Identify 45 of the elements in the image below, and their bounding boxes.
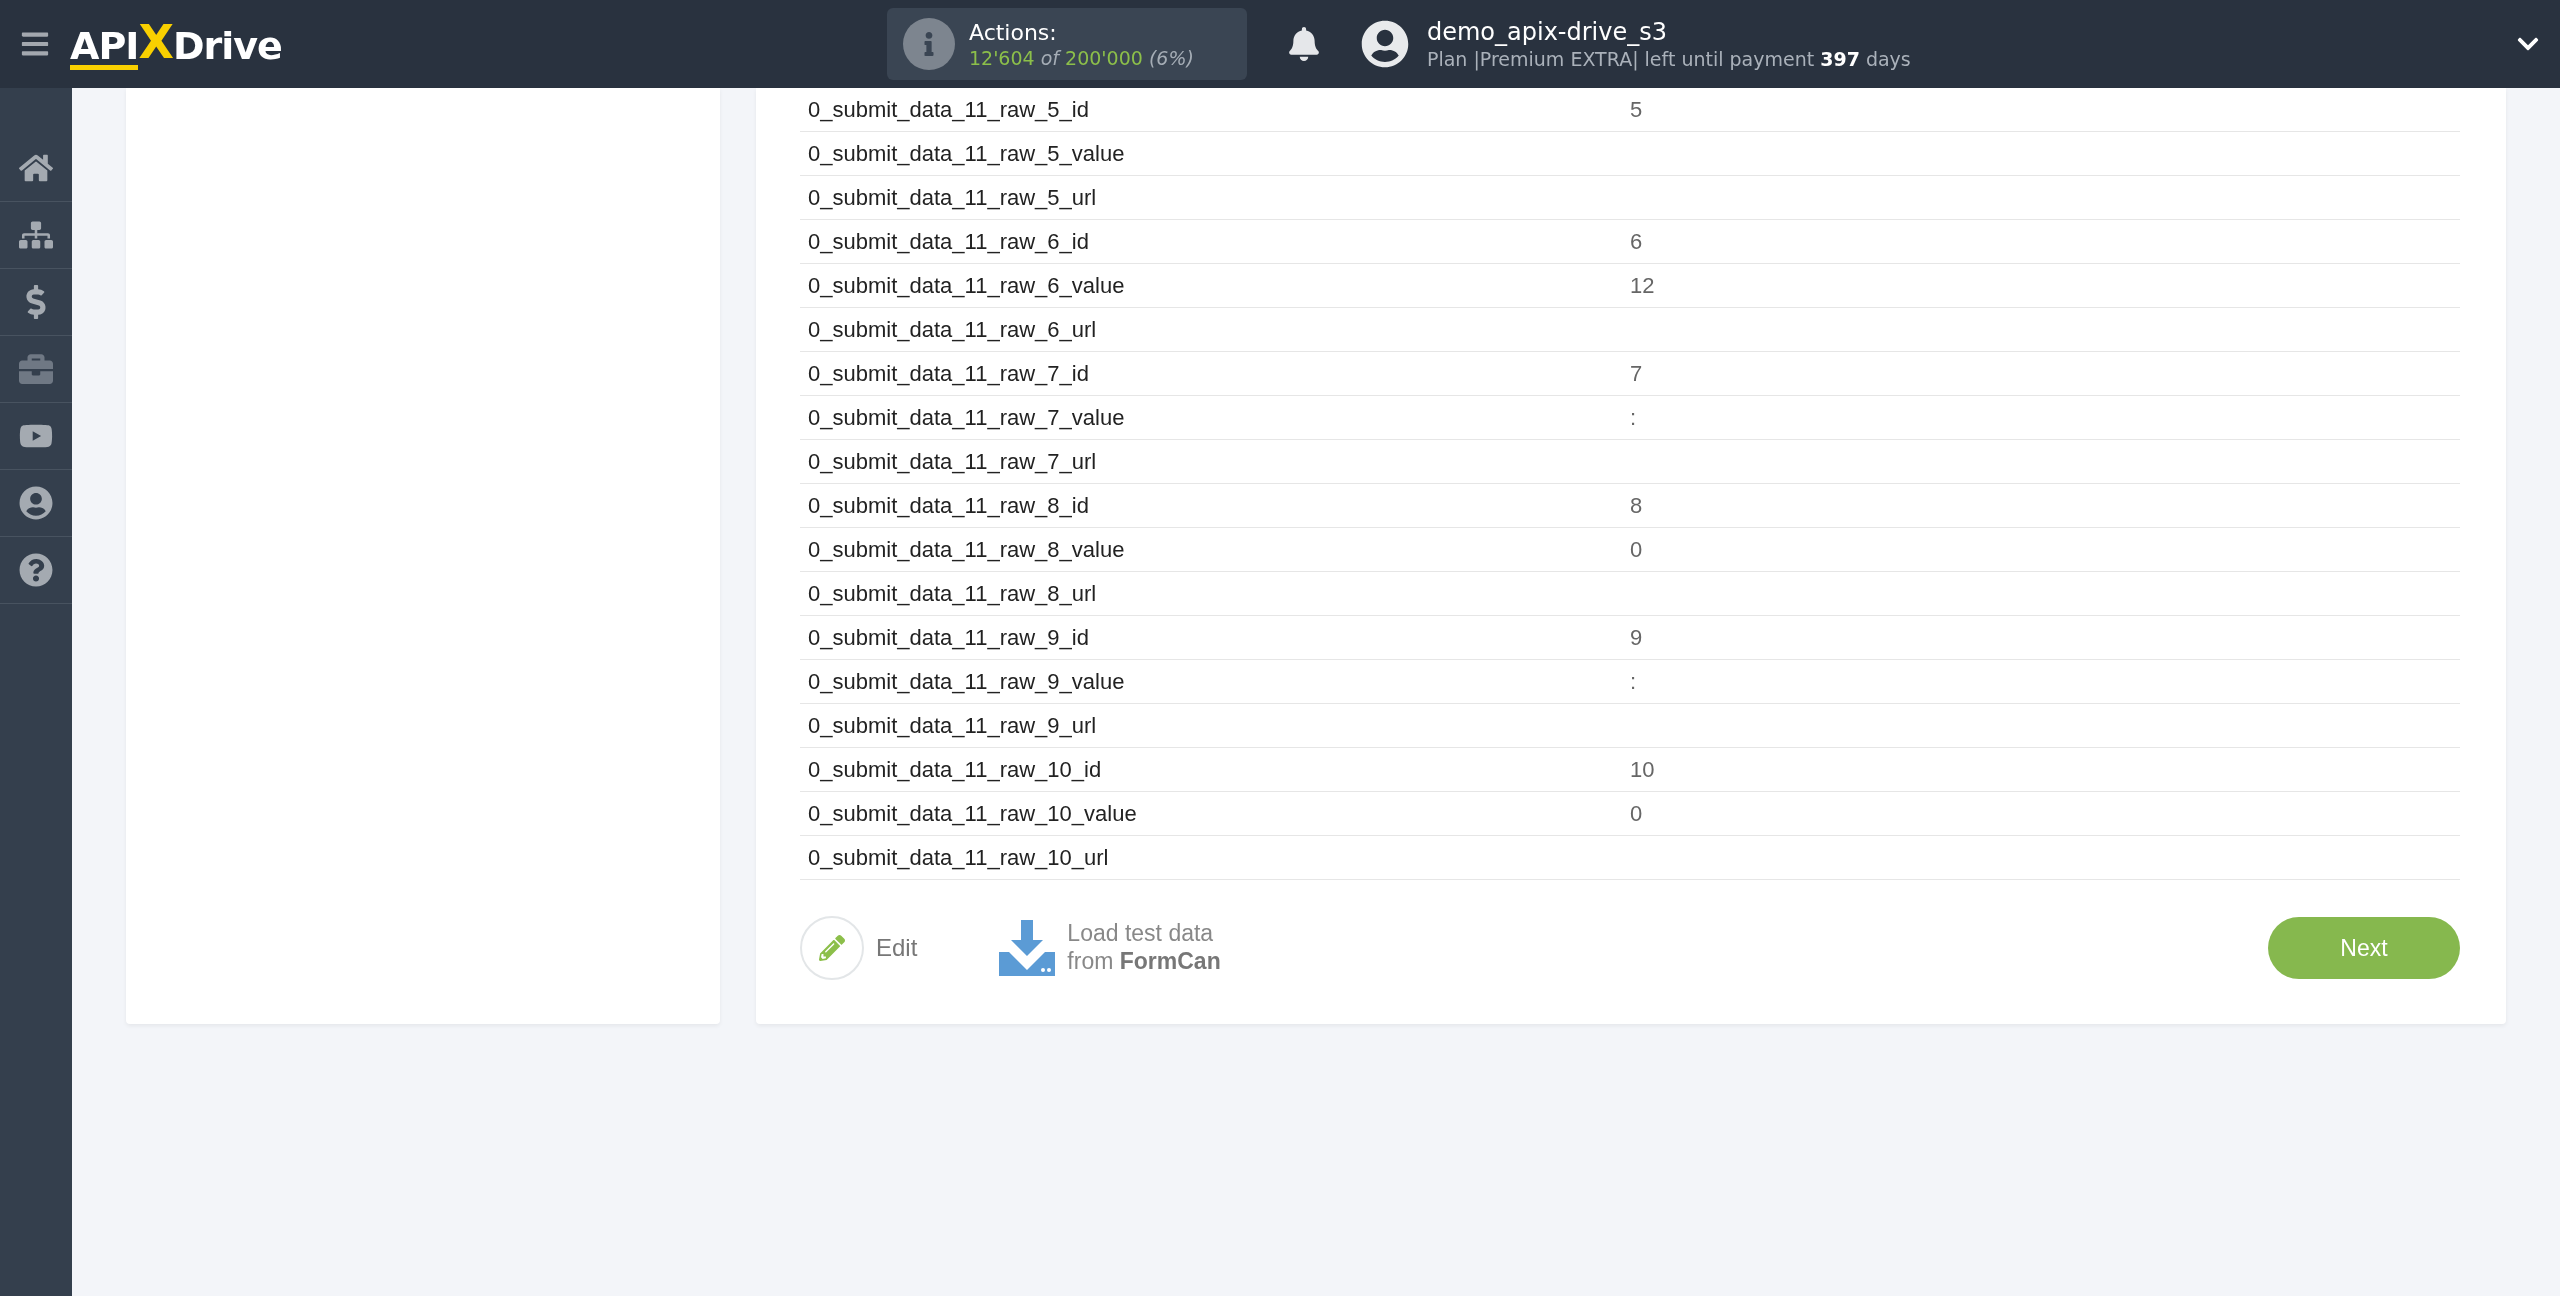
field-name: 0_submit_data_11_raw_6_value <box>807 272 1126 299</box>
plan-info: Plan |Premium EXTRA| left until payment 397 days <box>1426 48 1911 70</box>
bell-icon[interactable] <box>1286 27 1321 61</box>
field-value: 6 <box>1630 228 1643 255</box>
field-name: 0_submit_data_11_raw_9_url <box>807 712 1098 739</box>
briefcase-icon[interactable] <box>19 352 53 386</box>
field-name: 0_submit_data_11_raw_7_id <box>807 360 1090 387</box>
field-value: : <box>1630 404 1637 431</box>
field-name: 0_submit_data_11_raw_10_value <box>807 800 1138 827</box>
field-value: 0 <box>1630 536 1643 563</box>
avatar-icon[interactable] <box>1360 20 1409 68</box>
pencil-icon <box>819 935 845 961</box>
user-icon[interactable] <box>19 486 53 520</box>
actions-label: Actions: <box>968 19 1058 45</box>
field-name: 0_submit_data_11_raw_8_id <box>807 492 1090 519</box>
field-value: 10 <box>1630 756 1655 783</box>
field-name: 0_submit_data_11_raw_5_value <box>807 140 1126 167</box>
info-icon <box>902 18 955 70</box>
field-name: 0_submit_data_11_raw_10_id <box>807 756 1103 783</box>
field-value: 9 <box>1630 624 1643 651</box>
load-test-data-button[interactable]: Load test data from FormCan <box>997 918 1221 978</box>
actions-count: 12'604 of 200'000 (6%) <box>968 46 1194 69</box>
field-name: 0_submit_data_11_raw_8_url <box>807 580 1098 607</box>
field-value: 0 <box>1630 800 1643 827</box>
field-name: 0_submit_data_11_raw_8_value <box>807 536 1126 563</box>
sitemap-icon[interactable] <box>19 218 53 252</box>
field-name: 0_submit_data_11_raw_9_id <box>807 624 1090 651</box>
field-value: 5 <box>1630 96 1643 123</box>
field-value: 8 <box>1630 492 1643 519</box>
field-value: 12 <box>1630 272 1655 299</box>
next-button[interactable]: Next <box>2268 917 2460 979</box>
field-name: 0_submit_data_11_raw_10_url <box>807 844 1110 871</box>
download-icon <box>997 918 1058 978</box>
field-value: : <box>1630 668 1637 695</box>
field-name: 0_submit_data_11_raw_9_value <box>807 668 1126 695</box>
help-icon[interactable] <box>19 553 53 587</box>
field-name: 0_submit_data_11_raw_7_value <box>807 404 1126 431</box>
field-name: 0_submit_data_11_raw_5_id <box>807 96 1090 123</box>
field-name: 0_submit_data_11_raw_5_url <box>807 184 1098 211</box>
user-name: demo_apix-drive_s3 <box>1426 18 1668 46</box>
field-name: 0_submit_data_11_raw_6_id <box>807 228 1090 255</box>
logo[interactable]: APIXDrive <box>70 18 282 70</box>
field-value: 7 <box>1630 360 1643 387</box>
field-name: 0_submit_data_11_raw_6_url <box>807 316 1098 343</box>
field-name: 0_submit_data_11_raw_7_url <box>807 448 1098 475</box>
